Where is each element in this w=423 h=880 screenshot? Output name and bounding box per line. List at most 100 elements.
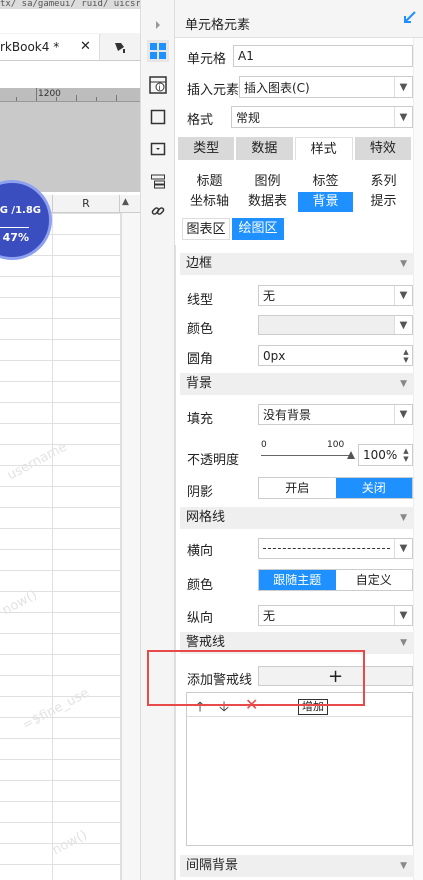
fill-value: 没有背景 <box>263 408 312 422</box>
format-select[interactable]: 常规 ▼ <box>231 106 413 128</box>
scroll-up-icon[interactable]: ▲ <box>122 197 129 207</box>
subtab-background[interactable]: 背景 <box>298 192 353 212</box>
sheet-scrollbar[interactable] <box>121 213 140 880</box>
section-border-title: 边框 <box>186 256 213 271</box>
section-background[interactable]: 背景 ▼ <box>180 373 413 395</box>
section-border[interactable]: 边框 ▼ <box>180 253 413 275</box>
opacity-input[interactable]: 100% ▲ ▼ <box>358 444 413 466</box>
subtab-label[interactable]: 标签 <box>298 172 353 192</box>
tab-style[interactable]: 样式 <box>294 137 353 160</box>
grid-color-label: 颜色 <box>187 578 214 593</box>
column-header-r[interactable]: R <box>52 195 120 213</box>
chevron-down-icon[interactable]: ▼ <box>394 539 412 558</box>
vertical-line-select[interactable]: 无 ▼ <box>258 605 413 626</box>
custom-color-option[interactable]: 自定义 <box>336 570 413 590</box>
tab-effect[interactable]: 特效 <box>354 137 411 160</box>
subtab-title[interactable]: 标题 <box>182 172 237 192</box>
opacity-label: 不透明度 <box>187 453 240 468</box>
cell-element-icon[interactable] <box>147 40 169 62</box>
ruler-tick <box>36 88 37 101</box>
stepper-icon[interactable]: ▲ ▼ <box>400 346 412 365</box>
follow-theme-option[interactable]: 跟随主题 <box>259 570 336 590</box>
subtab-tooltip[interactable]: 提示 <box>356 192 411 212</box>
dashed-line-preview <box>263 548 390 549</box>
workbook-tab[interactable]: rkBook4 * ✕ <box>0 34 100 60</box>
format-value: 常规 <box>236 110 261 125</box>
horizontal-line-select[interactable]: ▼ <box>258 538 413 559</box>
radius-value: 0px <box>263 348 286 363</box>
chevron-down-icon[interactable]: ▼ <box>400 253 407 275</box>
border-color-picker[interactable]: ▼ <box>258 315 413 335</box>
grid-color-toggle: 跟随主题 自定义 <box>258 569 413 591</box>
cell-attribute-icon[interactable]: i <box>147 74 169 96</box>
chevron-down-icon[interactable]: ▼ <box>400 855 407 877</box>
panel-header: 单元格元素 <box>175 0 423 38</box>
shadow-toggle: 开启 关闭 <box>258 477 413 499</box>
collapse-arrow-icon[interactable] <box>403 10 417 24</box>
panel-title: 单元格元素 <box>185 18 251 33</box>
border-square-icon[interactable] <box>147 106 169 128</box>
radius-label: 圆角 <box>187 352 214 367</box>
panel-scrollbar[interactable] <box>413 38 423 880</box>
chevron-down-icon[interactable]: ▼ <box>394 606 412 625</box>
insert-element-select[interactable]: 插入图表(C) ▼ <box>239 76 413 98</box>
hyperlink-icon[interactable] <box>147 200 169 222</box>
opacity-value: 100% <box>363 448 398 462</box>
gauge-percent: 47% <box>0 227 29 244</box>
insert-element-value: 插入图表(C) <box>244 80 310 95</box>
section-background-title: 背景 <box>186 376 213 391</box>
chevron-down-icon[interactable]: ▼ <box>394 316 412 334</box>
ruler-tick <box>56 97 57 101</box>
close-icon[interactable]: ✕ <box>80 34 91 60</box>
main-tabs: 类型 数据 样式 特效 <box>178 137 413 160</box>
tab-data[interactable]: 数据 <box>236 137 293 160</box>
fill-select[interactable]: 没有背景 ▼ <box>258 404 413 425</box>
chevron-down-icon[interactable]: ▼ <box>400 373 407 395</box>
area-tab-chart[interactable]: 图表区 <box>182 218 230 240</box>
cell-input[interactable]: A1 <box>233 45 413 67</box>
ruler-tick <box>76 95 77 101</box>
shadow-off-option[interactable]: 关闭 <box>335 478 412 498</box>
opacity-slider[interactable]: 0 100 <box>261 440 355 464</box>
gauge-usage: G /1.8G <box>0 205 41 216</box>
chevron-down-icon[interactable]: ▼ <box>400 507 407 529</box>
alert-list[interactable]: 🡡 🡣 ✕ 增加 <box>186 692 413 846</box>
paint-bucket-icon[interactable] <box>113 40 127 54</box>
url-strip: tx/ sa/gameui/ ruid/ uicsr.iucoo/suscopc… <box>0 0 140 9</box>
sheet-grid[interactable] <box>0 213 121 880</box>
insert-element-label: 插入元素 <box>187 83 240 98</box>
chevron-down-icon[interactable]: ▼ <box>400 632 407 654</box>
section-gridlines[interactable]: 网格线 ▼ <box>180 507 413 529</box>
subtab-legend[interactable]: 图例 <box>240 172 295 192</box>
radius-input[interactable]: 0px ▲ ▼ <box>258 345 413 366</box>
condition-icon[interactable] <box>147 170 169 192</box>
fill-label: 填充 <box>187 412 214 427</box>
opacity-min: 0 <box>261 440 267 450</box>
tab-type[interactable]: 类型 <box>178 137 235 160</box>
svg-text:i: i <box>159 84 161 92</box>
chevron-down-icon[interactable]: ▼ <box>394 107 412 127</box>
subtab-axis[interactable]: 坐标轴 <box>182 192 237 212</box>
slider-track <box>261 455 351 456</box>
line-type-select[interactable]: 无 ▼ <box>258 285 413 306</box>
area-tab-plot[interactable]: 绘图区 <box>232 218 284 240</box>
widget-icon[interactable] <box>147 138 169 160</box>
subtab-series[interactable]: 系列 <box>356 172 411 192</box>
shadow-on-option[interactable]: 开启 <box>259 478 336 498</box>
chevron-down-icon[interactable]: ▼ <box>394 77 412 97</box>
expand-arrow-icon[interactable] <box>147 14 169 36</box>
opacity-max: 100 <box>327 440 345 450</box>
line-type-label: 线型 <box>187 293 214 308</box>
section-alert-title: 警戒线 <box>186 635 226 650</box>
subtab-datatable[interactable]: 数据表 <box>240 192 295 212</box>
highlight-annotation <box>147 650 365 706</box>
ruler-tick <box>16 97 17 101</box>
slider-thumb[interactable] <box>347 451 355 459</box>
chevron-down-icon[interactable]: ▼ <box>394 286 412 305</box>
section-interval-background[interactable]: 间隔背景 ▼ <box>180 855 413 877</box>
stepper-icon[interactable]: ▲ ▼ <box>400 445 412 465</box>
shadow-label: 阴影 <box>187 485 214 500</box>
chevron-down-icon[interactable]: ▼ <box>394 405 412 424</box>
ruler: 1200 <box>0 88 140 102</box>
workbook-tab-label: rkBook4 * <box>0 40 60 54</box>
